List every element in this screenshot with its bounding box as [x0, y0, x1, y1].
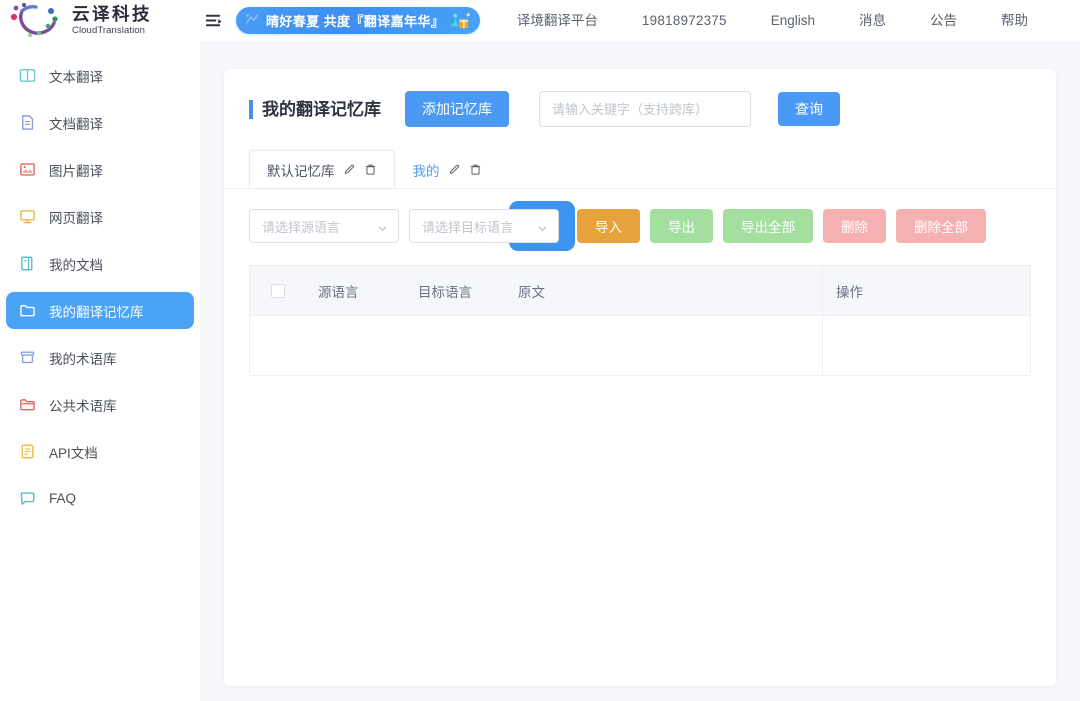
target-language-select[interactable]: 请选择目标语言 [409, 209, 559, 243]
tab-default-memory[interactable]: 默认记忆库 [249, 150, 395, 188]
tab-label: 我的 [413, 160, 440, 180]
tab-mine[interactable]: 我的 [395, 150, 500, 188]
nav-help[interactable]: 帮助 [979, 0, 1050, 41]
table-header-row: 源语言 目标语言 原文 译 [250, 266, 1030, 316]
trash-icon[interactable] [469, 163, 482, 176]
column-source-language: 源语言 [306, 281, 406, 301]
pencil-icon[interactable] [448, 163, 461, 176]
chevron-down-icon [377, 221, 388, 232]
content-card: 我的翻译记忆库 添加记忆库 查询 默认记忆库 [224, 69, 1056, 686]
column-source-text: 原文 [506, 281, 816, 301]
column-target-language: 目标语言 [406, 281, 506, 301]
page-header: 我的翻译记忆库 添加记忆库 查询 [249, 91, 1031, 127]
column-select-all[interactable] [250, 284, 306, 298]
source-language-select[interactable]: 请选择源语言 [249, 209, 399, 243]
sidebar-item-label: 图片翻译 [49, 160, 103, 180]
sidebar-item-label: 文档翻译 [49, 113, 103, 133]
sidebar-item-my-documents[interactable]: 我的文档 [6, 245, 194, 282]
sidebar-item-text-translation[interactable]: 文本翻译 [6, 57, 194, 94]
memory-tabs: 默认记忆库 我的 [224, 149, 1056, 189]
empty-state-text: 暂无数据 [966, 336, 1030, 356]
sidebar-item-document-translation[interactable]: 文档翻译 [6, 104, 194, 141]
sidebar: 文本翻译 文档翻译 图片翻译 [0, 41, 200, 701]
top-nav: 译境翻译平台 19818972375 English 消息 公告 帮助 [495, 0, 1080, 41]
column-translation-text: 译 [816, 281, 856, 301]
export-all-button[interactable]: 导出全部 [723, 209, 813, 243]
select-all-checkbox[interactable] [271, 284, 285, 298]
search-input[interactable] [539, 91, 751, 127]
sidebar-item-label: API文档 [49, 442, 98, 462]
sidebar-item-label: 公共术语库 [49, 395, 117, 415]
brand-name-en: CloudTranslation [72, 26, 152, 36]
table-body: 暂无数据 [250, 316, 1030, 375]
export-button[interactable]: 导出 [650, 209, 713, 243]
import-button[interactable]: 导入 [577, 209, 640, 243]
sidebar-item-image-translation[interactable]: 图片翻译 [6, 151, 194, 188]
memory-table: 源语言 目标语言 原文 译 暂无数据 操作 [249, 265, 1031, 376]
api-doc-icon [19, 443, 36, 460]
nav-phone[interactable]: 19818972375 [620, 0, 749, 41]
nav-platform[interactable]: 译境翻译平台 [495, 0, 620, 41]
hamburger-menu-icon[interactable] [202, 10, 224, 32]
archive-box-icon [19, 349, 36, 366]
sidebar-item-public-glossary[interactable]: 公共术语库 [6, 386, 194, 423]
source-language-value: 请选择源语言 [262, 217, 340, 236]
monitor-icon [19, 208, 36, 225]
sidebar-item-label: FAQ [49, 491, 76, 506]
page-title: 我的翻译记忆库 [249, 100, 381, 119]
celebration-gift-icon [449, 11, 471, 31]
chevron-down-icon [537, 221, 548, 232]
cloud-translation-logo-icon [8, 2, 68, 40]
promo-banner[interactable]: 晴好春夏 共度『翻译嘉年华』 [236, 7, 480, 34]
sparkle-icon [243, 11, 261, 31]
open-folder-icon [19, 396, 36, 413]
nav-language[interactable]: English [749, 0, 837, 41]
promo-banner-text: 晴好春夏 共度『翻译嘉年华』 [266, 11, 444, 30]
pencil-icon[interactable] [343, 163, 356, 176]
nav-messages[interactable]: 消息 [837, 0, 908, 41]
top-bar: 云译科技 CloudTranslation 晴好春夏 共度『翻译嘉年华』 [0, 0, 1080, 41]
image-icon [19, 161, 36, 178]
book-open-icon [19, 67, 36, 84]
sidebar-item-label: 我的术语库 [49, 348, 117, 368]
folder-icon [19, 302, 36, 319]
table-toolbar: 请选择源语言 请选择目标语言 导入 导出 导出全部 删除 删除全部 [249, 209, 1031, 243]
sidebar-item-my-glossary[interactable]: 我的术语库 [6, 339, 194, 376]
chat-bubble-icon [19, 490, 36, 507]
sidebar-item-faq[interactable]: FAQ [6, 480, 194, 517]
search-button[interactable]: 查询 [778, 92, 840, 126]
sidebar-item-label: 文本翻译 [49, 66, 103, 86]
trash-icon[interactable] [364, 163, 377, 176]
main-content: 我的翻译记忆库 添加记忆库 查询 默认记忆库 [200, 41, 1080, 701]
delete-button[interactable]: 删除 [823, 209, 886, 243]
sidebar-item-label: 我的文档 [49, 254, 103, 274]
delete-all-button[interactable]: 删除全部 [896, 209, 986, 243]
nav-announcements[interactable]: 公告 [908, 0, 979, 41]
sidebar-item-web-translation[interactable]: 网页翻译 [6, 198, 194, 235]
brand-name-cn: 云译科技 [72, 6, 152, 24]
sidebar-item-label: 我的翻译记忆库 [49, 301, 144, 321]
add-memory-button[interactable]: 添加记忆库 [405, 91, 509, 127]
document-icon [19, 114, 36, 131]
tab-label: 默认记忆库 [267, 160, 335, 180]
sidebar-item-api-docs[interactable]: API文档 [6, 433, 194, 470]
target-language-value: 请选择目标语言 [422, 217, 513, 236]
brand-logo[interactable]: 云译科技 CloudTranslation [0, 0, 200, 41]
sidebar-item-label: 网页翻译 [49, 207, 103, 227]
sidebar-item-my-translation-memory[interactable]: 我的翻译记忆库 [6, 292, 194, 329]
copy-files-icon [19, 255, 36, 272]
